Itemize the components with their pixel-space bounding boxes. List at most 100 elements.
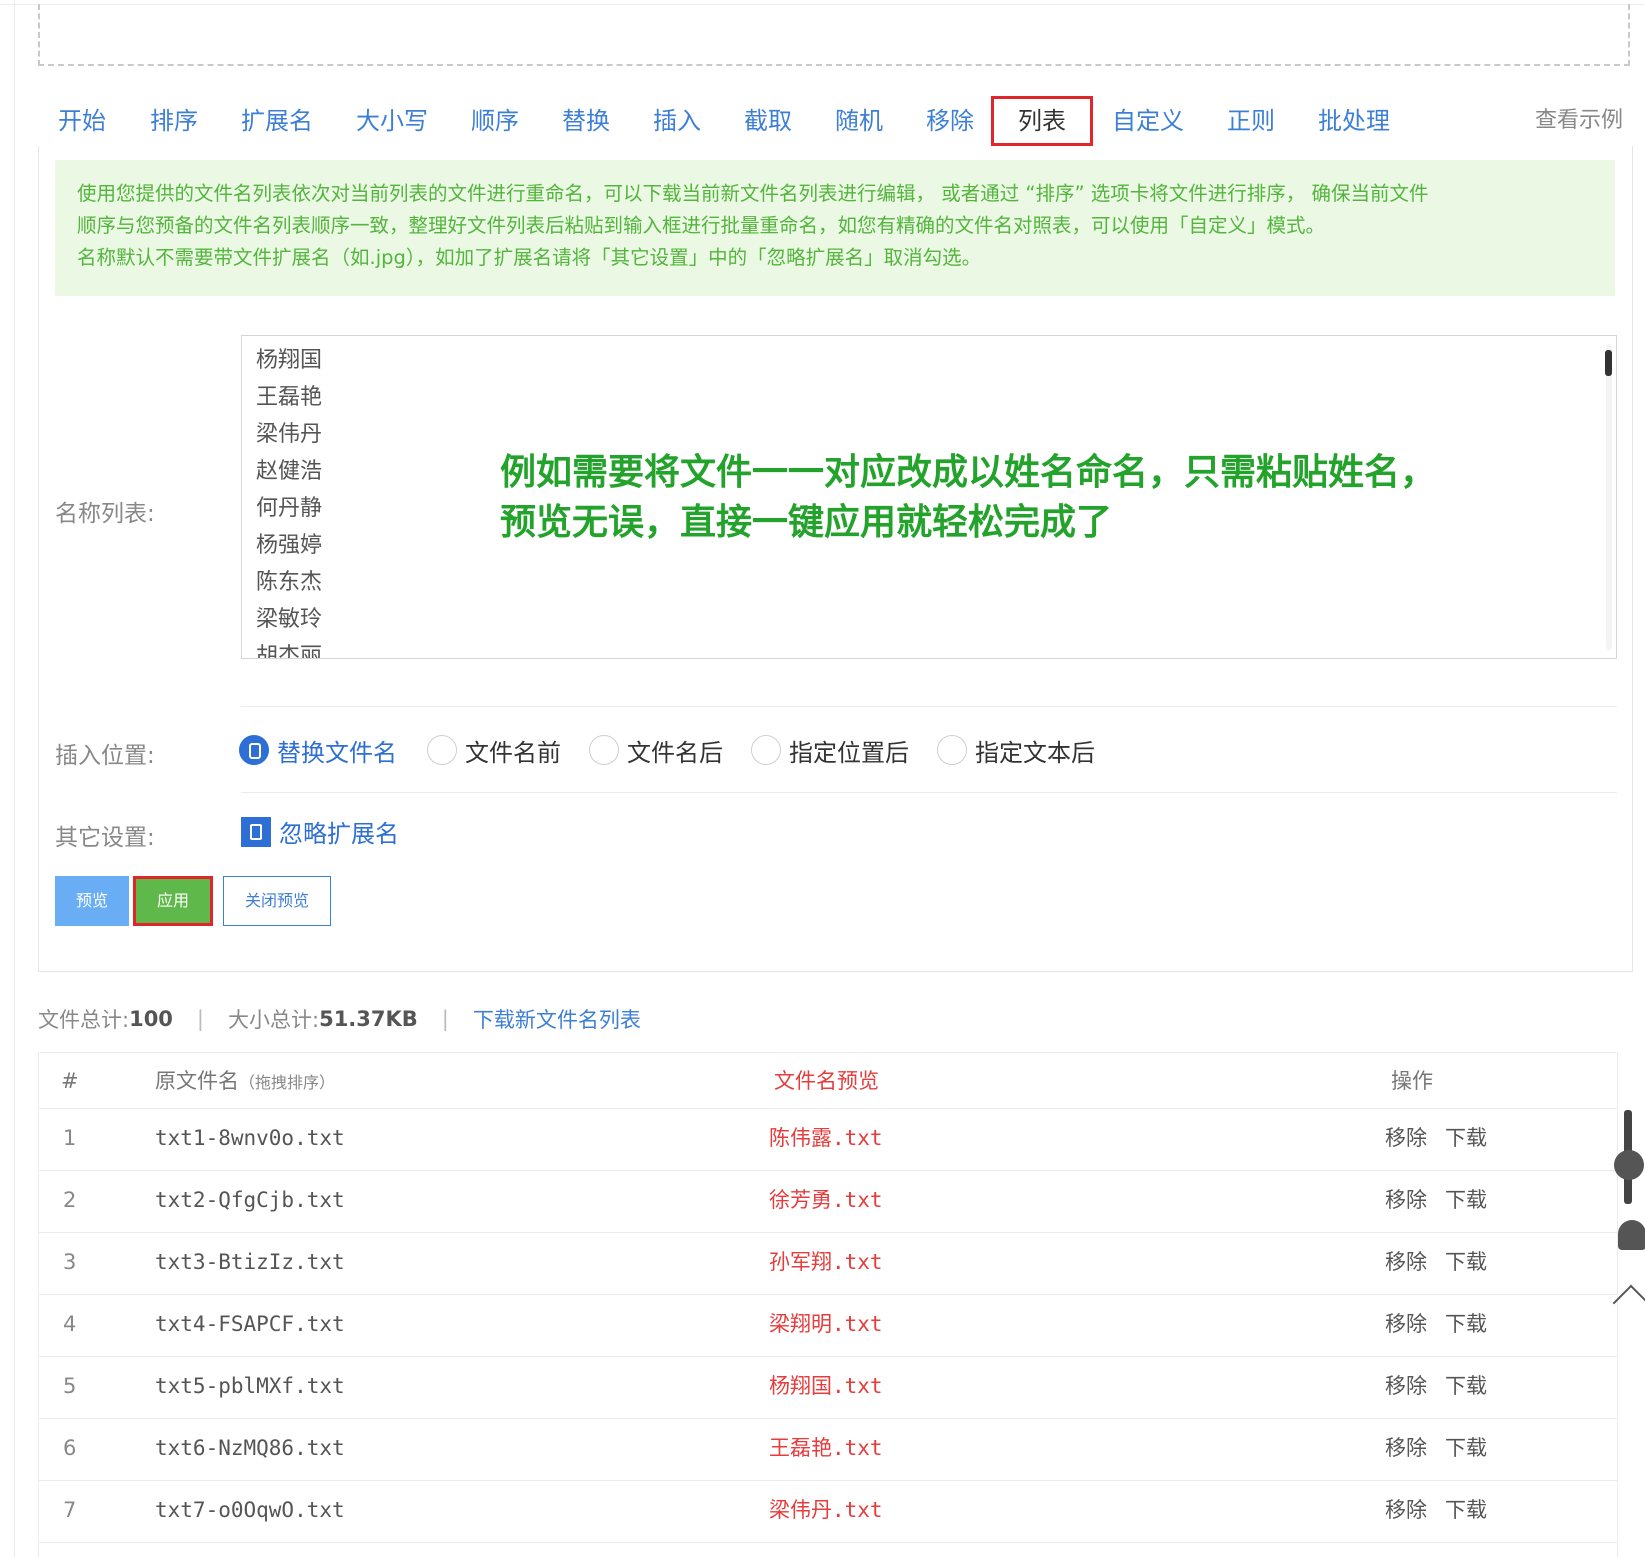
radio-unchecked-icon xyxy=(589,735,619,765)
tab-custom[interactable]: 自定义 xyxy=(1112,96,1184,146)
row-download-button[interactable]: 下载 xyxy=(1445,1481,1487,1543)
row-download-button[interactable]: 下载 xyxy=(1445,1233,1487,1295)
divider xyxy=(241,706,1617,707)
row-remove-button[interactable]: 移除 xyxy=(1385,1233,1427,1295)
tip-line-3: 名称默认不需要带文件扩展名（如.jpg），如加了扩展名请将「其它设置」中的「忽略… xyxy=(77,246,982,269)
row-download-button[interactable]: 下载 xyxy=(1445,1419,1487,1481)
overlay-caption-line-2: 预览无误，直接一键应用就轻松完成了 xyxy=(500,502,1113,543)
row-index: 7 xyxy=(63,1498,77,1522)
tab-batch[interactable]: 批处理 xyxy=(1318,96,1390,146)
file-total-label: 文件总计: xyxy=(38,1008,130,1032)
radio-label: 文件名后 xyxy=(627,738,723,767)
radio-unchecked-icon xyxy=(427,735,457,765)
radio-replace-filename[interactable]: 替换文件名 xyxy=(239,730,397,770)
row-new-name: 陈伟露.txt xyxy=(769,1126,883,1150)
size-total-value: 51.37KB xyxy=(319,1007,418,1031)
table-row[interactable]: 4 txt4-FSAPCF.txt 梁翔明.txt 移除 下载 xyxy=(39,1295,1617,1357)
tab-replace[interactable]: 替换 xyxy=(562,96,610,146)
row-remove-button[interactable]: 移除 xyxy=(1385,1357,1427,1419)
overlay-caption-line-1: 例如需要将文件一一对应改成以姓名命名，只需粘贴姓名， xyxy=(500,452,1437,493)
row-original-name: txt6-NzMQ86.txt xyxy=(155,1436,345,1460)
row-download-button[interactable]: 下载 xyxy=(1445,1295,1487,1357)
name-line: 何丹静 xyxy=(256,496,323,521)
row-original-name: txt5-pblMXf.txt xyxy=(155,1374,345,1398)
tab-random[interactable]: 随机 xyxy=(835,96,883,146)
radio-unchecked-icon xyxy=(751,735,781,765)
table-row[interactable]: 6 txt6-NzMQ86.txt 王磊艳.txt 移除 下载 xyxy=(39,1419,1617,1481)
row-remove-button[interactable]: 移除 xyxy=(1385,1109,1427,1171)
tab-case[interactable]: 大小写 xyxy=(356,96,428,146)
radio-after-filename[interactable]: 文件名后 xyxy=(589,730,723,770)
row-remove-button[interactable]: 移除 xyxy=(1385,1419,1427,1481)
bell-icon[interactable] xyxy=(1618,1220,1645,1250)
name-line: 王磊艳 xyxy=(256,385,323,410)
col-index-header: # xyxy=(61,1069,79,1093)
textarea-scroll-thumb[interactable] xyxy=(1605,350,1612,376)
summary-bar: 文件总计: 100 | 大小总计: 51.37KB | 下载新文件名列表 xyxy=(38,1003,641,1035)
tab-sequence[interactable]: 顺序 xyxy=(471,96,519,146)
name-line: 陈东杰 xyxy=(256,570,323,595)
radio-label: 文件名前 xyxy=(465,738,561,767)
row-new-name: 梁翔明.txt xyxy=(769,1312,883,1336)
file-table: # 原文件名（拖拽排序） 文件名预览 操作 1 txt1-8wnv0o.txt … xyxy=(38,1052,1618,1557)
table-row[interactable]: 7 txt7-o0OqwO.txt 梁伟丹.txt 移除 下载 xyxy=(39,1481,1617,1543)
row-new-name: 徐芳勇.txt xyxy=(769,1188,883,1212)
row-index: 3 xyxy=(63,1250,77,1274)
tab-remove[interactable]: 移除 xyxy=(926,96,974,146)
col-ops-header: 操作 xyxy=(1391,1069,1433,1093)
gear-icon[interactable] xyxy=(1614,1150,1644,1180)
row-new-name: 孙军翔.txt xyxy=(769,1250,883,1274)
row-new-name: 梁伟丹.txt xyxy=(769,1498,883,1522)
radio-after-text[interactable]: 指定文本后 xyxy=(937,730,1095,770)
table-row[interactable]: 5 txt5-pblMXf.txt 杨翔国.txt 移除 下载 xyxy=(39,1357,1617,1419)
col-original-header: 原文件名（拖拽排序） xyxy=(155,1053,335,1109)
row-index: 4 xyxy=(63,1312,77,1336)
separator: | xyxy=(196,1007,204,1031)
col-original-title: 原文件名 xyxy=(155,1069,239,1093)
preview-button[interactable]: 预览 xyxy=(55,876,129,926)
row-remove-button[interactable]: 移除 xyxy=(1385,1481,1427,1543)
table-header: # 原文件名（拖拽排序） 文件名预览 操作 xyxy=(39,1053,1617,1109)
list-panel: 使用您提供的文件名列表依次对当前列表的文件进行重命名，可以下载当前新文件名列表进… xyxy=(38,146,1633,972)
size-total-label: 大小总计: xyxy=(228,1008,320,1032)
row-download-button[interactable]: 下载 xyxy=(1445,1357,1487,1419)
row-original-name: txt3-BtizIz.txt xyxy=(155,1250,345,1274)
names-list-label: 名称列表: xyxy=(55,501,155,527)
table-row[interactable]: 3 txt3-BtizIz.txt 孙军翔.txt 移除 下载 xyxy=(39,1233,1617,1295)
row-download-button[interactable]: 下载 xyxy=(1445,1109,1487,1171)
tab-regex[interactable]: 正则 xyxy=(1227,96,1275,146)
row-index: 6 xyxy=(63,1436,77,1460)
name-line: 赵健浩 xyxy=(256,459,323,484)
tab-start[interactable]: 开始 xyxy=(58,96,106,146)
row-index: 2 xyxy=(63,1188,77,1212)
row-download-button[interactable]: 下载 xyxy=(1445,1171,1487,1233)
left-rule xyxy=(14,0,15,1557)
radio-label: 指定文本后 xyxy=(975,738,1095,767)
overlay-caption: 例如需要将文件一一对应改成以姓名命名，只需粘贴姓名， 预览无误，直接一键应用就轻… xyxy=(500,448,1436,548)
tab-list[interactable]: 列表 xyxy=(991,96,1093,146)
close-preview-button[interactable]: 关闭预览 xyxy=(223,876,331,926)
radio-after-position[interactable]: 指定位置后 xyxy=(751,730,909,770)
apply-button[interactable]: 应用 xyxy=(133,876,213,926)
ignore-extension-checkbox[interactable]: 忽略扩展名 xyxy=(241,814,399,849)
insert-position-label: 插入位置: xyxy=(55,743,155,769)
table-row[interactable]: 1 txt1-8wnv0o.txt 陈伟露.txt 移除 下载 xyxy=(39,1109,1617,1171)
tip-line-2: 顺序与您预备的文件名列表顺序一致，整理好文件列表后粘贴到输入框进行批量重命名，如… xyxy=(77,214,1326,237)
row-remove-button[interactable]: 移除 xyxy=(1385,1171,1427,1233)
back-to-top-icon[interactable] xyxy=(1612,1284,1645,1322)
tab-sort[interactable]: 排序 xyxy=(150,96,198,146)
view-example-link[interactable]: 查看示例 xyxy=(1535,96,1623,146)
file-drop-zone[interactable] xyxy=(38,4,1630,66)
table-row[interactable]: 2 txt2-QfgCjb.txt 徐芳勇.txt 移除 下载 xyxy=(39,1171,1617,1233)
radio-before-filename[interactable]: 文件名前 xyxy=(427,730,561,770)
row-remove-button[interactable]: 移除 xyxy=(1385,1295,1427,1357)
download-list-link[interactable]: 下载新文件名列表 xyxy=(473,1004,641,1034)
name-line: 胡杰丽 xyxy=(256,644,323,659)
tab-insert[interactable]: 插入 xyxy=(653,96,701,146)
radio-label: 替换文件名 xyxy=(277,738,397,767)
checkbox-checked-icon xyxy=(241,816,271,847)
tab-extension[interactable]: 扩展名 xyxy=(241,96,313,146)
textarea-scrollbar[interactable] xyxy=(1606,344,1612,650)
tab-extract[interactable]: 截取 xyxy=(744,96,792,146)
name-line: 杨翔国 xyxy=(256,348,323,373)
